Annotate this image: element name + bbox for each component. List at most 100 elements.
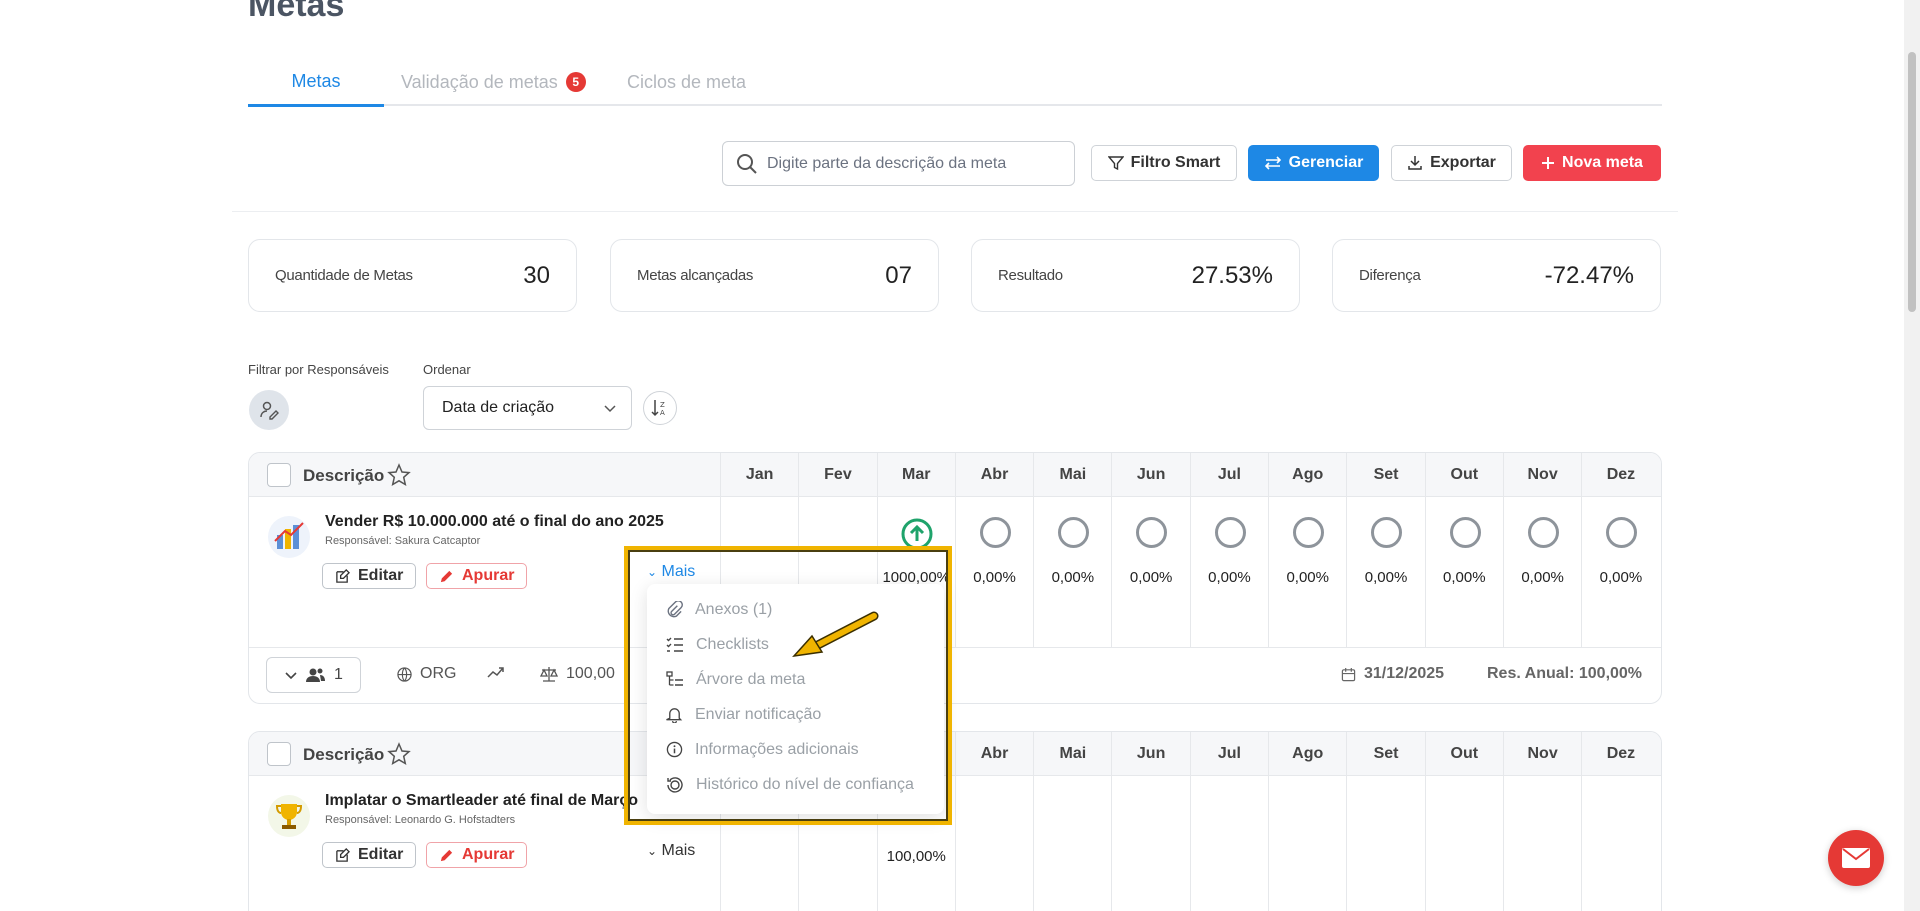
stat-value: 30	[523, 261, 550, 289]
month-value: 0,00%	[973, 569, 1016, 586]
sort-direction-button[interactable]: ZA	[643, 391, 677, 425]
tab-label: Validação de metas	[401, 71, 558, 92]
empty-status-circle	[979, 517, 1011, 548]
month-header: Jun	[1111, 732, 1189, 775]
month-cell-jul[interactable]: 0,00%	[1189, 497, 1268, 647]
stat-card-resultado: Resultado 27.53%	[971, 239, 1300, 312]
month-cell-out[interactable]: 0,00%	[1424, 497, 1503, 647]
month-header: Fev	[798, 453, 876, 496]
empty-status-circle	[1606, 517, 1638, 548]
select-all-checkbox[interactable]	[267, 463, 291, 487]
empty-status-circle	[1371, 517, 1403, 548]
more-dropdown-toggle[interactable]: ⌄ Mais	[647, 842, 695, 860]
due-date: 31/12/2025	[1341, 665, 1444, 683]
month-cell-nov[interactable]: 0,00%	[1502, 497, 1581, 647]
month-cell-dez[interactable]: 0,00%	[1581, 497, 1659, 647]
month-header: Abr	[954, 453, 1033, 496]
month-cell-ago[interactable]: 0,00%	[1268, 497, 1346, 647]
button-label: Editar	[358, 567, 404, 584]
month-value: 0,00%	[1599, 569, 1643, 586]
stat-card-diferenca: Diferença -72.47%	[1332, 239, 1661, 312]
sort-az-icon: ZA	[651, 400, 665, 417]
stat-value: -72.47%	[1544, 261, 1634, 289]
apurar-button[interactable]: Apurar	[426, 563, 528, 589]
date-value: 31/12/2025	[1364, 665, 1445, 682]
search-box	[722, 141, 1075, 186]
mais-label: Mais	[661, 842, 696, 859]
annual-result: Res. Anual: 100,00%	[1487, 665, 1643, 682]
page-scrollbar[interactable]	[1904, 0, 1920, 911]
month-header: Out	[1424, 453, 1503, 496]
manage-button[interactable]: Gerenciar	[1248, 145, 1379, 181]
filter-smart-button[interactable]: Filtro Smart	[1091, 145, 1237, 181]
month-cell-out	[1424, 776, 1503, 911]
stat-label: Quantidade de Metas	[275, 267, 413, 284]
tab-label: Ciclos de meta	[627, 71, 747, 92]
month-cell-abr[interactable]: 0,00%	[954, 497, 1033, 647]
trophy-icon	[268, 795, 310, 837]
month-header: Mai	[1033, 453, 1111, 496]
month-header: Jul	[1189, 732, 1268, 775]
star-icon[interactable]	[387, 463, 411, 487]
tab-ciclos[interactable]: Ciclos de meta	[627, 58, 746, 106]
search-input[interactable]	[767, 154, 1057, 173]
sales-chart-icon	[268, 516, 310, 558]
goal-title[interactable]: Vender R$ 10.000.000 até o final do ano …	[325, 513, 664, 531]
order-select[interactable]: Data de criação	[423, 386, 632, 430]
month-header: Out	[1424, 732, 1503, 775]
export-button[interactable]: Exportar	[1391, 145, 1512, 181]
goal-title[interactable]: Implatar o Smartleader até final de Març…	[325, 792, 638, 810]
stat-card-alcancadas: Metas alcançadas 07	[610, 239, 939, 312]
filter-responsaveis-label: Filtrar por Responsáveis	[248, 362, 389, 377]
month-header: Jan	[720, 453, 798, 496]
month-cell-mai[interactable]: 0,00%	[1033, 497, 1111, 647]
goal-table-header: Descrição Jan Fev Mar Abr Mai Jun Jul Ag…	[249, 732, 1661, 776]
chevron-down-icon	[285, 672, 297, 680]
month-headers: Jan Fev Mar Abr Mai Jun Jul Ago Set Out …	[720, 453, 1661, 496]
tab-metas[interactable]: Metas	[248, 58, 384, 107]
goal-responsible: Responsável: Sakura Catcaptor	[325, 535, 481, 547]
month-value: 0,00%	[1443, 569, 1486, 586]
month-cell-set[interactable]: 0,00%	[1346, 497, 1424, 647]
org-label: ORG	[420, 665, 457, 682]
month-value: 0,00%	[1521, 569, 1564, 586]
responsible-filter-button[interactable]	[249, 390, 289, 430]
highlight-box	[624, 546, 952, 825]
month-value: 0,00%	[1051, 569, 1095, 586]
month-header: Ago	[1268, 732, 1346, 775]
month-header: Nov	[1502, 732, 1581, 775]
edit-icon	[336, 568, 350, 583]
month-header: Set	[1346, 732, 1424, 775]
stat-label: Resultado	[998, 267, 1063, 284]
chat-button[interactable]	[1828, 830, 1884, 886]
user-edit-icon	[260, 401, 279, 420]
edit-button[interactable]: Editar	[322, 842, 417, 868]
month-header: Jun	[1111, 453, 1189, 496]
goal-footer: 1 ORG 100,00 31/12/2025 Res. Anual: 100,…	[249, 647, 1661, 703]
button-label: Apurar	[462, 846, 515, 863]
goal-table-header: Descrição Jan Fev Mar Abr Mai Jun Jul Ag…	[249, 453, 1661, 497]
select-value: Data de criação	[442, 399, 555, 416]
mail-icon	[1842, 848, 1870, 868]
month-header: Nov	[1502, 453, 1581, 496]
scrollbar-thumb[interactable]	[1908, 52, 1916, 312]
month-cell-nov	[1502, 776, 1581, 911]
empty-status-circle	[1449, 517, 1481, 548]
select-all-checkbox[interactable]	[267, 742, 291, 766]
new-goal-button[interactable]: Nova meta	[1523, 145, 1661, 181]
month-cell-jun[interactable]: 0,00%	[1111, 497, 1189, 647]
chevron-down-icon	[604, 405, 616, 413]
empty-status-circle	[1293, 517, 1325, 548]
star-icon[interactable]	[387, 742, 411, 766]
button-label: Apurar	[462, 567, 515, 584]
goal-row: Implatar o Smartleader até final de Març…	[249, 776, 1661, 911]
trend-up-icon	[487, 667, 504, 678]
empty-status-circle	[1214, 517, 1246, 548]
tab-validacao[interactable]: Validação de metas 5	[401, 58, 586, 106]
participants-button[interactable]: 1	[266, 657, 361, 693]
month-value: 100,00%	[886, 848, 946, 865]
month-cell-mai	[1033, 776, 1111, 911]
edit-button[interactable]: Editar	[322, 563, 417, 589]
apurar-button[interactable]: Apurar	[426, 842, 528, 868]
button-label: Gerenciar	[1288, 154, 1364, 171]
